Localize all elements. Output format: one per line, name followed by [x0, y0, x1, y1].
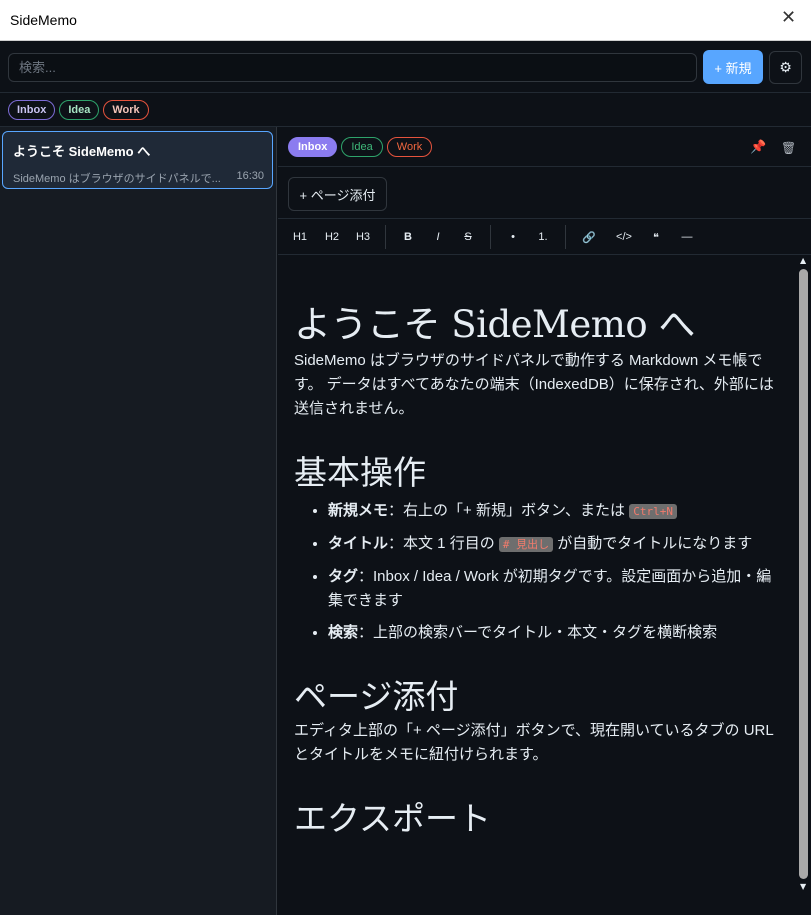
window-title: SideMemo: [10, 12, 77, 28]
list-item-text: が自動でタイトルになります: [553, 535, 753, 552]
memo-list-item[interactable]: ようこそ SideMemo へ SideMemo はブラウザのサイドパネルで..…: [2, 131, 273, 189]
format-toolbar: H1 H2 H3 B I S • 1. 🔗 </> ❝ —: [278, 219, 811, 255]
list-item: 新規メモ：右上の「+ 新規」ボタン、または Ctrl+N: [328, 499, 781, 524]
editor-tag-row: Inbox Idea Work 📌 🗑: [278, 127, 811, 167]
inline-code: Ctrl+N: [629, 504, 677, 519]
top-toolbar: + 新規 ⚙: [0, 41, 811, 93]
editor-scrollbar[interactable]: ▲ ▼: [797, 255, 811, 896]
memo-item-title: ようこそ SideMemo へ: [13, 144, 151, 159]
format-bold-button[interactable]: B: [403, 228, 413, 246]
format-italic-button[interactable]: I: [433, 228, 443, 246]
format-h2-button[interactable]: H2: [323, 228, 341, 246]
memo-list-sidebar: ようこそ SideMemo へ SideMemo はブラウザのサイドパネルで..…: [0, 127, 277, 915]
gear-icon: ⚙: [779, 59, 792, 76]
format-separator: [490, 225, 491, 249]
format-h1-button[interactable]: H1: [292, 228, 308, 246]
format-separator: [385, 225, 386, 249]
scroll-thumb[interactable]: [799, 269, 808, 879]
attach-row: + ページ添付: [278, 167, 811, 219]
doc-intro-paragraph: SideMemo はブラウザのサイドパネルで動作する Markdown メモ帳で…: [294, 352, 774, 417]
list-item-label: 検索: [328, 624, 359, 641]
settings-button[interactable]: ⚙: [769, 51, 802, 84]
editor-tag-inbox[interactable]: Inbox: [288, 136, 338, 157]
doc-basic-list: 新規メモ：右上の「+ 新規」ボタン、または Ctrl+N タイトル：本文 1 行…: [294, 499, 781, 645]
list-item: タイトル：本文 1 行目の # 見出し が自動でタイトルになります: [328, 532, 781, 557]
list-item-text: ：右上の「+ 新規」ボタン、または: [388, 502, 630, 519]
list-item: タグ：Inbox / Idea / Work が初期タグです。設定画面から追加・…: [328, 565, 781, 613]
editor-tag-work[interactable]: Work: [386, 136, 433, 157]
editor-tag-idea[interactable]: Idea: [341, 136, 383, 157]
list-item-text: ：本文 1 行目の: [388, 535, 499, 552]
bullet-list-icon[interactable]: •: [508, 228, 518, 246]
inline-code: # 見出し: [498, 537, 554, 552]
format-h3-button[interactable]: H3: [354, 228, 372, 246]
new-memo-button[interactable]: + 新規: [703, 50, 763, 84]
filter-tag-inbox[interactable]: Inbox: [8, 99, 56, 120]
quote-icon[interactable]: ❝: [650, 228, 662, 246]
window-titlebar: SideMemo ✕: [0, 0, 811, 41]
scroll-down-icon[interactable]: ▼: [800, 883, 808, 891]
list-item-label: タグ: [328, 568, 359, 585]
tag-filter-bar: Inbox Idea Work: [0, 93, 811, 127]
memo-item-time: 16:30: [236, 170, 264, 182]
scroll-up-icon[interactable]: ▲: [800, 257, 808, 265]
attach-page-button[interactable]: + ページ添付: [288, 177, 387, 211]
code-icon[interactable]: </>: [613, 228, 635, 246]
search-input[interactable]: [8, 53, 697, 82]
doc-attach-paragraph: エディタ上部の「+ ページ添付」ボタンで、現在開いているタブの URL とタイト…: [294, 722, 774, 763]
format-separator: [565, 225, 566, 249]
trash-icon[interactable]: 🗑: [781, 141, 796, 155]
doc-heading-basic: 基本操作: [294, 453, 426, 492]
list-item: 検索：上部の検索バーでタイトル・本文・タグを横断検索: [328, 621, 781, 645]
doc-heading-export: エクスポート: [294, 799, 492, 838]
horizontal-rule-icon[interactable]: —: [679, 228, 695, 246]
doc-heading-1: ようこそ SideMemo へ: [294, 303, 695, 346]
markdown-preview[interactable]: ようこそ SideMemo へ SideMemo はブラウザのサイドパネルで動作…: [278, 255, 797, 897]
doc-heading-attach: ページ添付: [294, 677, 459, 716]
memo-editor: Inbox Idea Work 📌 🗑 + ページ添付 H1 H2 H3 B I…: [278, 127, 811, 915]
list-item-text: ：Inbox / Idea / Work が初期タグです。設定画面から追加・編集…: [328, 568, 772, 609]
close-icon[interactable]: ✕: [781, 9, 797, 27]
list-item-label: 新規メモ: [328, 502, 389, 519]
pin-icon[interactable]: 📌: [750, 141, 766, 155]
format-strike-button[interactable]: S: [463, 228, 473, 246]
memo-item-preview: SideMemo はブラウザのサイドパネルで...: [13, 173, 221, 185]
link-icon[interactable]: 🔗: [581, 228, 597, 246]
ordered-list-icon[interactable]: 1.: [536, 228, 550, 246]
list-item-text: ：上部の検索バーでタイトル・本文・タグを横断検索: [358, 624, 718, 641]
filter-tag-idea[interactable]: Idea: [59, 99, 100, 120]
list-item-label: タイトル: [328, 535, 389, 552]
filter-tag-work[interactable]: Work: [103, 99, 149, 120]
